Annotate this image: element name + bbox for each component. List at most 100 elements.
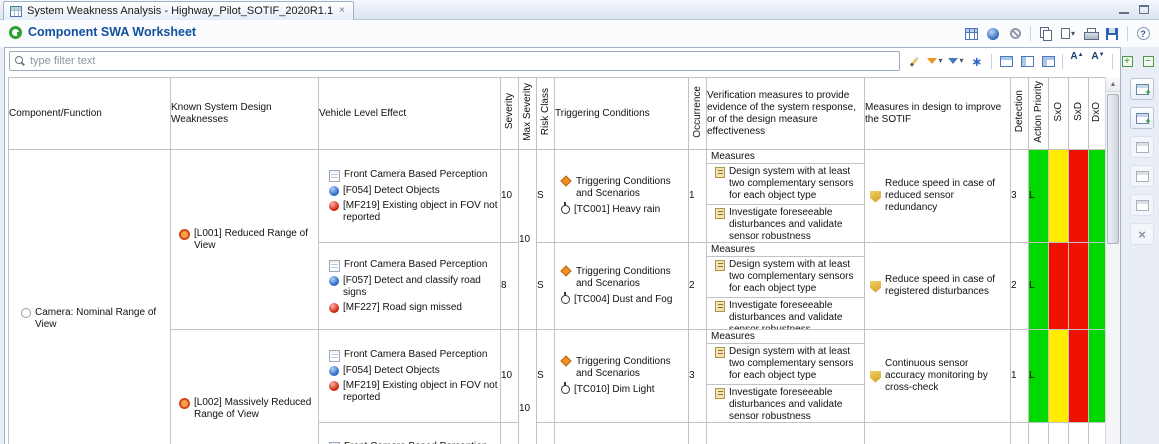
action-priority-cell[interactable]: L (1029, 330, 1049, 423)
add-nested-row-button[interactable]: + (1130, 107, 1154, 129)
component-cell[interactable]: Camera: Nominal Range of View (9, 150, 171, 444)
dxo-cell[interactable] (1089, 423, 1106, 444)
occurrence-cell[interactable] (689, 423, 707, 444)
max-severity-cell[interactable]: 10 (519, 150, 537, 330)
copy-button[interactable] (1036, 24, 1056, 43)
dxo-cell[interactable] (1089, 150, 1106, 243)
weakness-cell[interactable]: [L001] Reduced Range of View (171, 150, 319, 330)
triggering-cell[interactable]: Triggering Conditions and Scenarios [TC0… (555, 330, 689, 423)
delete-row-button[interactable]: × (1130, 223, 1154, 245)
effect-cell[interactable]: Front Camera Based Perception [F054] Det… (319, 330, 501, 423)
verification-measure[interactable]: Investigate foreseeable disturbances and… (707, 298, 864, 330)
edit-row-button[interactable] (1130, 136, 1154, 158)
risk-class-cell[interactable] (537, 423, 555, 444)
sxd-cell[interactable] (1069, 330, 1089, 423)
filter-box (9, 51, 900, 71)
editor-tab[interactable]: System Weakness Analysis - Highway_Pilot… (3, 1, 354, 20)
edit-cell-button[interactable] (904, 52, 924, 71)
verification-measure[interactable]: Investigate foreseeable disturbances and… (707, 205, 864, 243)
risk-class-cell[interactable]: S (537, 330, 555, 423)
dxo-cell[interactable] (1089, 330, 1106, 423)
vertical-scrollbar[interactable]: ▲ (1105, 77, 1120, 444)
triggering-cell[interactable] (555, 423, 689, 444)
copy-icon (1040, 27, 1052, 40)
maximize-icon[interactable] (1139, 5, 1149, 14)
font-decrease-button[interactable]: A▼ (1088, 52, 1108, 71)
risk-class-cell[interactable]: S (537, 150, 555, 243)
measures-header: Measures (707, 150, 864, 164)
scroll-up-icon[interactable]: ▲ (1106, 77, 1120, 92)
filter-input[interactable] (9, 51, 900, 71)
save-button[interactable] (1102, 24, 1122, 43)
measures-header: Measures (707, 330, 864, 344)
design-measure-cell[interactable]: Continuous sensor accuracy monitoring by… (865, 330, 1011, 423)
verification-measure[interactable]: Design system with at least two compleme… (707, 344, 864, 385)
sxo-cell[interactable] (1049, 330, 1069, 423)
verification-cell[interactable] (707, 423, 865, 444)
add-row-button[interactable]: + (1130, 78, 1154, 100)
verification-measure[interactable]: Design system with at least two compleme… (707, 164, 864, 205)
verification-cell[interactable]: Measures Design system with at least two… (707, 243, 865, 330)
export-menu-button[interactable]: ▾ (1058, 24, 1078, 43)
sxd-cell[interactable] (1069, 243, 1089, 330)
minimize-icon[interactable] (1119, 5, 1129, 14)
table-view-2-button[interactable] (1017, 52, 1037, 71)
verification-cell[interactable]: Measures Design system with at least two… (707, 330, 865, 423)
sxd-cell[interactable] (1069, 150, 1089, 243)
print-button[interactable] (1080, 24, 1100, 43)
paste-row-button[interactable] (1130, 194, 1154, 216)
severity-cell[interactable] (501, 423, 519, 444)
sxo-cell[interactable] (1049, 150, 1069, 243)
editor-tab-bar: System Weakness Analysis - Highway_Pilot… (0, 0, 1159, 20)
effect-cell[interactable]: Front Camera Based Perception [F054] Det… (319, 423, 501, 444)
verification-cell[interactable]: Measures Design system with at least two… (707, 150, 865, 243)
action-priority-cell[interactable]: L (1029, 150, 1049, 243)
column-filter-button[interactable]: ▾ (946, 52, 966, 71)
effect-cell[interactable]: Front Camera Based Perception [F057] Det… (319, 243, 501, 330)
collapse-all-button[interactable]: − (1138, 52, 1158, 71)
scrollbar-thumb[interactable] (1107, 94, 1119, 244)
triggering-cell[interactable]: Triggering Conditions and Scenarios [TC0… (555, 150, 689, 243)
table-view-3-button[interactable] (1038, 52, 1058, 71)
severity-cell[interactable]: 10 (501, 150, 519, 243)
table-icon (1000, 56, 1013, 67)
dxo-cell[interactable] (1089, 243, 1106, 330)
design-measure-cell[interactable]: Reduce speed in case of reduced sensor r… (865, 150, 1011, 243)
help-button[interactable]: ? (1133, 24, 1153, 43)
sxd-cell[interactable] (1069, 423, 1089, 444)
copy-row-button[interactable] (1130, 165, 1154, 187)
tab-close-icon[interactable]: × (338, 6, 346, 16)
occurrence-cell[interactable]: 3 (689, 330, 707, 423)
severity-cell[interactable]: 8 (501, 243, 519, 330)
detection-cell[interactable]: 3 (1011, 150, 1029, 243)
sxo-cell[interactable] (1049, 423, 1069, 444)
detection-cell[interactable]: 2 (1011, 243, 1029, 330)
table-layout-button[interactable] (961, 24, 981, 43)
action-priority-cell[interactable]: L (1029, 243, 1049, 330)
detection-cell[interactable] (1011, 423, 1029, 444)
occurrence-cell[interactable]: 1 (689, 150, 707, 243)
table-view-1-button[interactable] (996, 52, 1016, 71)
expand-all-button[interactable]: + (1117, 52, 1137, 71)
severity-cell[interactable]: 10 (501, 330, 519, 423)
max-severity-cell[interactable]: 10 (519, 330, 537, 444)
design-measure-cell[interactable]: Reduce speed in case of registered distu… (865, 243, 1011, 330)
filter-menu-button[interactable]: ▾ (925, 52, 945, 71)
weakness-cell[interactable]: [L002] Massively Reduced Range of View (171, 330, 319, 444)
sxo-cell[interactable] (1049, 243, 1069, 330)
perception-form-icon (329, 170, 340, 182)
hide-button[interactable] (1005, 24, 1025, 43)
detection-cell[interactable]: 1 (1011, 330, 1029, 423)
effect-cell[interactable]: Front Camera Based Perception [F054] Det… (319, 150, 501, 243)
font-increase-button[interactable]: A▲ (1067, 52, 1087, 71)
triggering-cell[interactable]: Triggering Conditions and Scenarios [TC0… (555, 243, 689, 330)
occurrence-cell[interactable]: 2 (689, 243, 707, 330)
highlight-button[interactable]: ∗ (967, 52, 987, 71)
weakness-label: [L002] Massively Reduced Range of View (194, 397, 316, 421)
design-measure-cell[interactable] (865, 423, 1011, 444)
risk-class-cell[interactable]: S (537, 243, 555, 330)
action-priority-cell[interactable] (1029, 423, 1049, 444)
preview-button[interactable] (983, 24, 1003, 43)
verification-measure[interactable]: Design system with at least two compleme… (707, 257, 864, 298)
verification-measure[interactable]: Investigate foreseeable disturbances and… (707, 385, 864, 423)
